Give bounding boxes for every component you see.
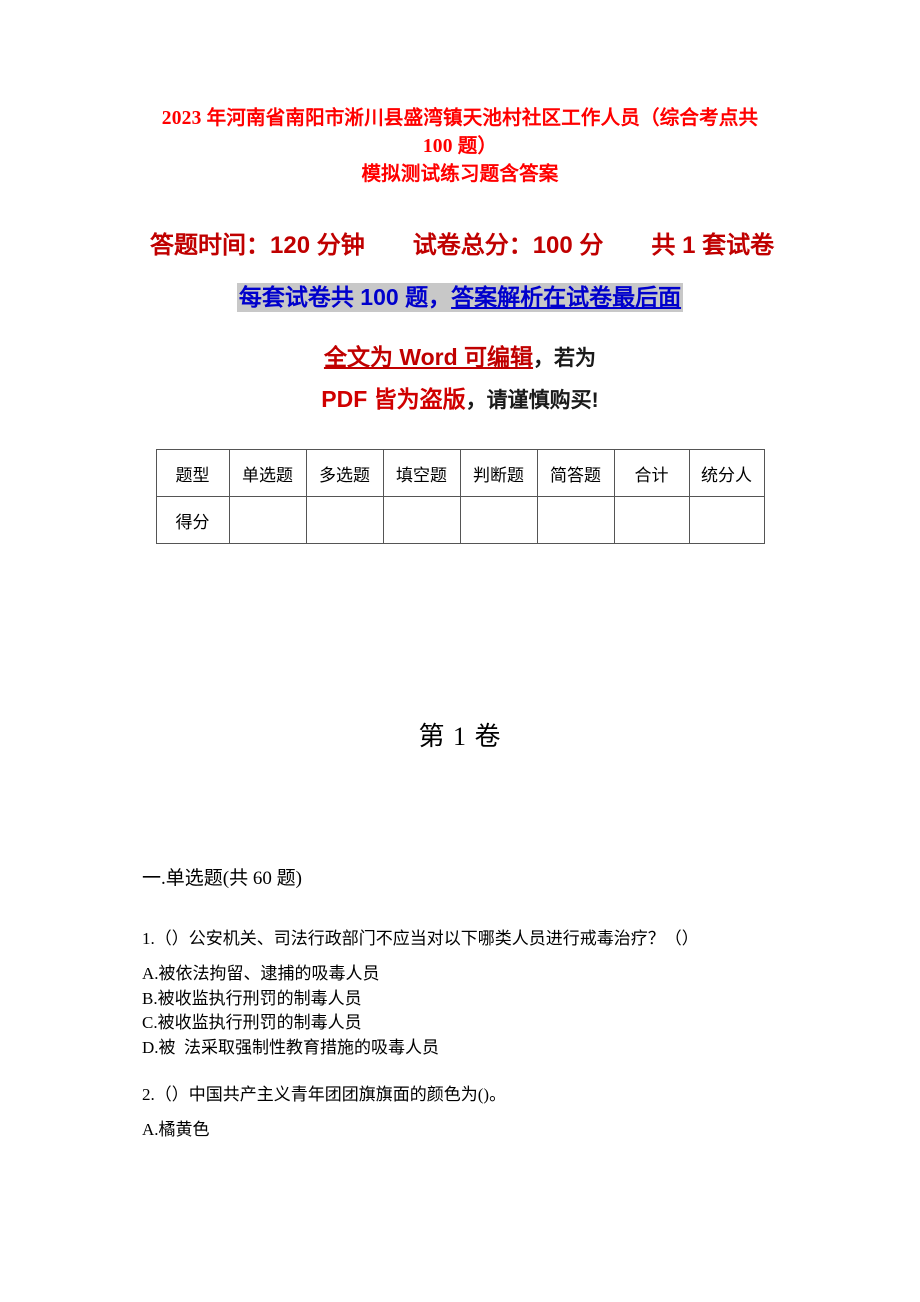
answer-location-underlined: 答案解析在试卷最后面 (451, 284, 682, 310)
answer-location-highlight: 每套试卷共 100 题，答案解析在试卷最后面 (236, 283, 684, 312)
question-list: 1.（）公安机关、司法行政部门不应当对以下哪类人员进行戒毒治疗？（） A.被依法… (0, 926, 920, 1143)
notice-caution: ，请谨慎购买! (465, 389, 599, 412)
question-options: A.被依法拘留、逮捕的吸毒人员 B.被收监执行刑罚的制毒人员 C.被收监执行刑罚… (142, 962, 790, 1060)
table-header-cell-1: 单选题 (228, 449, 307, 497)
volume-heading: 第 1 卷 (418, 722, 502, 751)
section-heading-single-choice: 一.单选题(共 60 题) (142, 868, 302, 889)
document-page: 2023 年河南省南阳市淅川县盛湾镇天池村社区工作人员（综合考点共 100 题）… (0, 0, 920, 1302)
table-row: 得分 (155, 496, 765, 544)
title-line-2: 模拟测试练习题含答案 (361, 164, 559, 185)
question-stem: 2.（）中国共产主义青年团团旗旗面的颜色为()。 (142, 1085, 507, 1104)
question-item-1: 1.（）公安机关、司法行政部门不应当对以下哪类人员进行戒毒治疗？（） A.被依法… (142, 926, 790, 1060)
notice-word-editable: 全文为 Word 可编辑 (323, 344, 534, 370)
score-table: 题型 单选题 多选题 填空题 判断题 简答题 合计 统分人 得分 (155, 449, 765, 544)
table-header-cell-5: 简答题 (536, 449, 615, 497)
exam-info-line: 答题时间：120 分钟 试卷总分：100 分 共 1 套试卷 (150, 232, 775, 259)
option-a[interactable]: A.被依法拘留、逮捕的吸毒人员 (142, 962, 790, 987)
page-title: 2023 年河南省南阳市淅川县盛湾镇天池村社区工作人员（综合考点共 100 题）… (0, 0, 920, 189)
option-a[interactable]: A.橘黄色 (142, 1118, 790, 1143)
score-cell-total[interactable] (613, 496, 690, 544)
question-options: A.橘黄色 (142, 1118, 790, 1143)
score-table-wrapper: 题型 单选题 多选题 填空题 判断题 简答题 合计 统分人 得分 (0, 449, 920, 544)
option-b[interactable]: B.被收监执行刑罚的制毒人员 (142, 987, 790, 1012)
table-header-cell-4: 判断题 (459, 449, 538, 497)
score-cell-single-choice[interactable] (228, 496, 307, 544)
copyright-notice-line: 全文为 Word 可编辑，若为 PDF 皆为盗版，请谨慎购买! (150, 337, 770, 421)
table-header-cell-3: 填空题 (382, 449, 461, 497)
title-line-1: 2023 年河南省南阳市淅川县盛湾镇天池村社区工作人员（综合考点共 100 题） (161, 108, 759, 157)
score-cell-short-answer[interactable] (536, 496, 615, 544)
table-row-label-score: 得分 (155, 496, 230, 544)
answer-location-plain: 每套试卷共 100 题， (238, 284, 452, 310)
score-cell-true-false[interactable] (459, 496, 538, 544)
score-cell-fill-blank[interactable] (382, 496, 461, 544)
question-item-2: 2.（）中国共产主义青年团团旗旗面的颜色为()。 A.橘黄色 (142, 1082, 790, 1143)
table-header-cell-2: 多选题 (305, 449, 384, 497)
score-cell-scorer[interactable] (688, 496, 765, 544)
table-header-cell-7: 统分人 (688, 449, 765, 497)
table-row-headers: 题型 单选题 多选题 填空题 判断题 简答题 合计 统分人 (155, 449, 765, 497)
question-stem: 1.（）公安机关、司法行政部门不应当对以下哪类人员进行戒毒治疗？（） (142, 929, 699, 948)
table-header-cell-6: 合计 (613, 449, 690, 497)
notice-pdf-warning: PDF 皆为盗版 (321, 386, 466, 412)
exam-banner: 答题时间：120 分钟 试卷总分：100 分 共 1 套试卷 每套试卷共 100… (0, 229, 920, 421)
score-cell-multi-choice[interactable] (305, 496, 384, 544)
notice-connector: ，若为 (533, 347, 597, 370)
option-c[interactable]: C.被收监执行刑罚的制毒人员 (142, 1011, 790, 1036)
option-d[interactable]: D.被 法采取强制性教育措施的吸毒人员 (142, 1036, 790, 1061)
answer-location-line: 每套试卷共 100 题，答案解析在试卷最后面 (150, 281, 770, 317)
table-header-cell-0: 题型 (155, 449, 230, 497)
